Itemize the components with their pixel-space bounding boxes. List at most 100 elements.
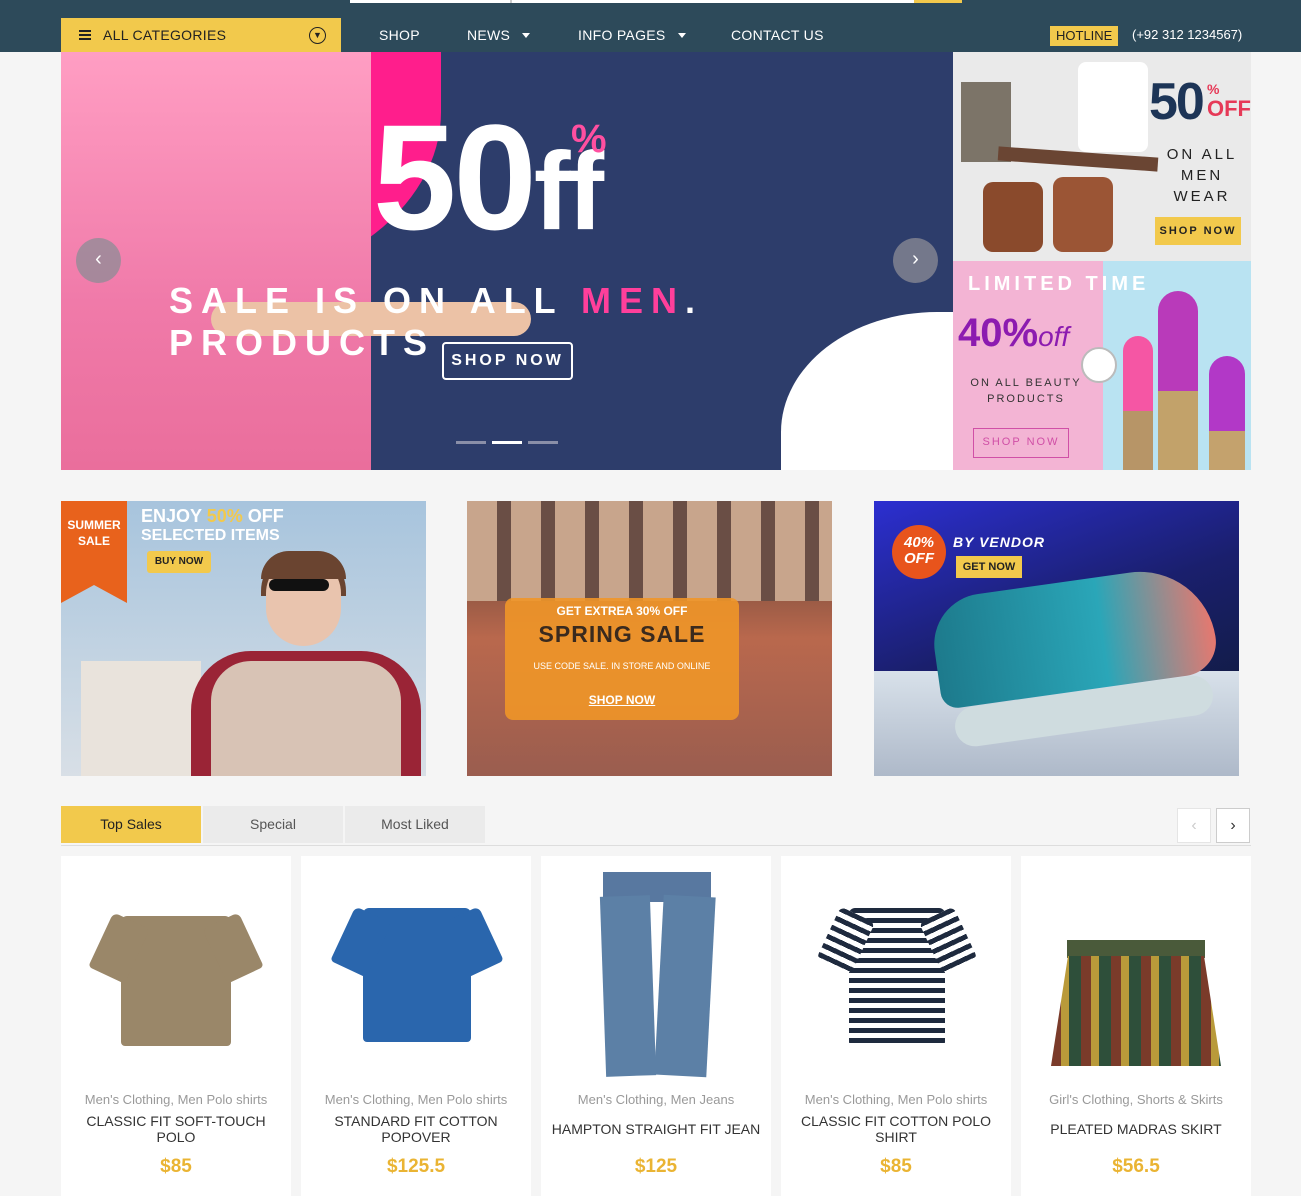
tab-special[interactable]: Special	[203, 806, 343, 843]
buy-now-button[interactable]: BUY NOW	[147, 551, 211, 573]
hero-dot-1[interactable]	[456, 441, 486, 444]
hair-top-image	[261, 551, 346, 579]
menu-icon	[79, 30, 91, 40]
nav-shop[interactable]: SHOP	[379, 18, 420, 52]
enjoy-percent: 50%	[206, 506, 243, 526]
product-card[interactable]: Men's Clothing, Men Polo shirts STANDARD…	[301, 856, 531, 1196]
chevron-left-icon: ‹	[1191, 817, 1197, 834]
hero-sale-pre: SALE IS ON ALL	[169, 280, 582, 321]
product-name[interactable]: STANDARD FIT COTTON POPOVER	[311, 1113, 521, 1145]
product-price: $125	[634, 1156, 678, 1177]
product-category[interactable]: Men's Clothing, Men Polo shirts	[781, 1092, 1011, 1107]
skirt-waistband	[1067, 940, 1205, 958]
hero-headline: 50ff	[373, 102, 604, 267]
product-category[interactable]: Men's Clothing, Men Jeans	[541, 1092, 771, 1107]
nav-info-pages[interactable]: INFO PAGES	[578, 18, 686, 52]
enjoy-label: ENJOY	[141, 506, 202, 526]
chevron-left-icon: ‹	[95, 248, 102, 270]
chevron-right-icon: ›	[912, 248, 919, 270]
sunglasses-icon	[269, 579, 329, 591]
vendor-badge-off: OFF	[904, 550, 934, 567]
hero-percent: %	[571, 117, 607, 161]
product-image	[1021, 856, 1251, 1076]
get-now-button[interactable]: GET NOW	[956, 556, 1022, 578]
chevron-down-icon: ▼	[309, 27, 326, 44]
search-bar-edge[interactable]	[350, 0, 962, 3]
hero-dot-2[interactable]	[492, 441, 522, 444]
enjoy-text: ENJOY 50% OFF	[141, 506, 284, 527]
all-categories-label: ALL CATEGORIES	[103, 27, 227, 43]
summer-sale-flag-text: SUMMER SALE	[63, 517, 125, 549]
spring-sale-line1: GET EXTREA 30% OFF	[556, 604, 688, 618]
men-wear-line1: ON ALL	[1166, 146, 1238, 163]
product-card[interactable]: Men's Clothing, Men Polo shirts CLASSIC …	[61, 856, 291, 1196]
beauty-percent: 40%off	[958, 311, 1069, 356]
product-name[interactable]: PLEATED MADRAS SKIRT	[1031, 1121, 1241, 1137]
nav-contact-us[interactable]: CONTACT US	[731, 18, 824, 52]
hero-shop-now-button[interactable]: SHOP NOW	[442, 342, 573, 380]
men-wear-off-label: OFF	[1207, 96, 1251, 121]
product-price: $85	[880, 1156, 912, 1177]
product-image	[301, 856, 531, 1076]
nav-news-label: NEWS	[467, 27, 511, 43]
beauty-text: ON ALL BEAUTY PRODUCTS	[961, 375, 1091, 407]
product-card[interactable]: Girl's Clothing, Shorts & Skirts PLEATED…	[1021, 856, 1251, 1196]
hero-slider[interactable]: 50ff % SALE IS ON ALL MEN. PRODUCTS SHOP…	[61, 52, 953, 470]
beauty-line2: PRODUCTS	[987, 393, 1065, 405]
chevron-right-icon: ›	[1230, 817, 1236, 834]
flag-line1: SUMMER	[67, 518, 121, 532]
men-wear-shop-now-button[interactable]: SHOP NOW	[1155, 217, 1241, 245]
jeans-leg	[654, 894, 716, 1078]
men-wear-banner[interactable]: 50 % OFF ON ALL MEN WEAR SHOP NOW	[953, 52, 1251, 261]
nav-news[interactable]: NEWS	[467, 18, 531, 52]
product-category[interactable]: Girl's Clothing, Shorts & Skirts	[1021, 1092, 1251, 1107]
caret-down-icon	[522, 32, 531, 38]
men-wear-percent: 50	[1149, 73, 1205, 131]
spring-sale-title: SPRING SALE	[538, 621, 706, 647]
product-name[interactable]: CLASSIC FIT SOFT-TOUCH POLO	[71, 1113, 281, 1145]
men-wear-text: ON ALL MEN WEAR	[1153, 144, 1251, 207]
hero-prev-button[interactable]: ‹	[76, 238, 121, 283]
plaid-skirt-image	[1051, 956, 1221, 1066]
carousel-prev-button[interactable]: ‹	[1177, 808, 1211, 843]
spring-sale-code: USE CODE SALE. IN STORE AND ONLINE	[533, 661, 711, 671]
product-category[interactable]: Men's Clothing, Men Polo shirts	[61, 1092, 291, 1107]
lipstick-image	[1158, 291, 1198, 401]
nav-info-pages-label: INFO PAGES	[578, 27, 666, 43]
product-card[interactable]: Men's Clothing, Men Polo shirts CLASSIC …	[781, 856, 1011, 1196]
vendor-badge: 40% OFF	[892, 525, 946, 579]
boot-image	[983, 182, 1043, 252]
spring-sale-banner[interactable]: GET EXTREA 30% OFF SPRING SALE USE CODE …	[467, 501, 832, 776]
product-card[interactable]: Men's Clothing, Men Jeans HAMPTON STRAIG…	[541, 856, 771, 1196]
beauty-off: off	[1038, 321, 1070, 352]
nav-contact-us-label: CONTACT US	[731, 27, 824, 43]
beauty-banner[interactable]: LIMITED TIME 40%off ON ALL BEAUTY PRODUCT…	[953, 261, 1251, 470]
by-vendor-text: BY VENDOR	[953, 534, 1045, 550]
product-price: $85	[160, 1156, 192, 1177]
vendor-sale-banner[interactable]: 40% OFF BY VENDOR GET NOW	[874, 501, 1239, 776]
product-image	[541, 856, 771, 1078]
shopping-bags-image	[81, 661, 201, 776]
carousel-next-button[interactable]: ›	[1216, 808, 1250, 843]
product-price: $125.5	[386, 1156, 446, 1177]
hero-pagination	[456, 441, 558, 444]
product-name[interactable]: HAMPTON STRAIGHT FIT JEAN	[551, 1121, 761, 1137]
hero-headline-number: 50	[373, 93, 537, 261]
beauty-line1: ON ALL BEAUTY	[970, 377, 1082, 389]
vendor-badge-pct: 40%	[903, 534, 935, 551]
hotline-phone[interactable]: (+92 312 1234567)	[1132, 27, 1242, 42]
selected-items-text: SELECTED ITEMS	[141, 527, 280, 544]
beauty-title: LIMITED TIME	[968, 273, 1150, 295]
product-category[interactable]: Men's Clothing, Men Polo shirts	[301, 1092, 531, 1107]
tab-most-liked[interactable]: Most Liked	[345, 806, 485, 843]
hero-next-button[interactable]: ›	[893, 238, 938, 283]
spring-sale-shop-now-link[interactable]: SHOP NOW	[505, 693, 739, 707]
tab-top-sales[interactable]: Top Sales	[61, 806, 201, 843]
hero-dot-3[interactable]	[528, 441, 558, 444]
all-categories-button[interactable]: ALL CATEGORIES ▼	[61, 18, 341, 52]
beauty-shop-now-button[interactable]: SHOP NOW	[973, 428, 1069, 458]
summer-sale-banner[interactable]: SUMMER SALE ENJOY 50% OFF SELECTED ITEMS …	[61, 501, 426, 776]
lipstick-case	[1209, 431, 1245, 470]
boot-image	[1053, 177, 1113, 252]
product-name[interactable]: CLASSIC FIT COTTON POLO SHIRT	[791, 1113, 1001, 1145]
